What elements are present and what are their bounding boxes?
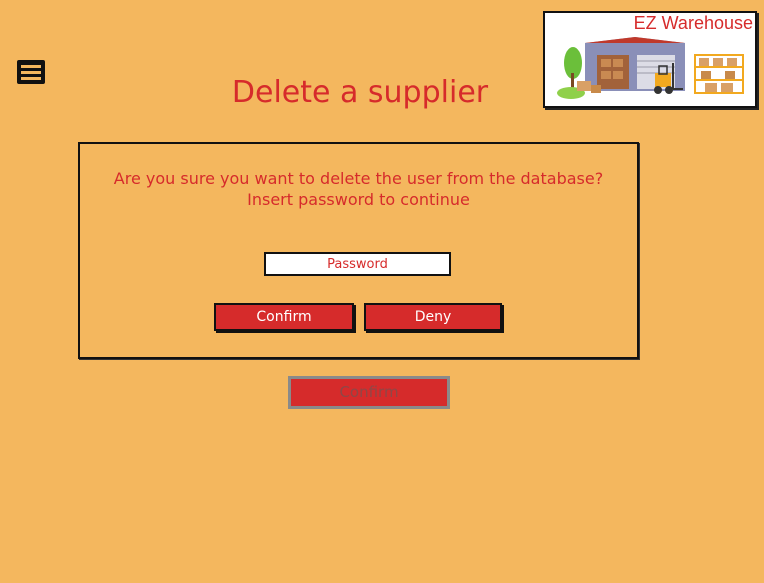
confirm-button[interactable]: Confirm bbox=[214, 303, 354, 331]
password-input[interactable] bbox=[264, 252, 451, 276]
logo-text: EZ Warehouse bbox=[633, 13, 753, 33]
confirmation-question: Are you sure you want to delete the user… bbox=[113, 169, 604, 188]
password-instruction: Insert password to continue bbox=[247, 190, 470, 209]
confirmation-message: Are you sure you want to delete the user… bbox=[80, 168, 637, 210]
page-title: Delete a supplier bbox=[231, 75, 489, 110]
deny-button[interactable]: Deny bbox=[364, 303, 502, 331]
delete-confirmation-dialog: Are you sure you want to delete the user… bbox=[78, 142, 639, 359]
bottom-confirm-button[interactable]: Confirm bbox=[288, 376, 450, 409]
